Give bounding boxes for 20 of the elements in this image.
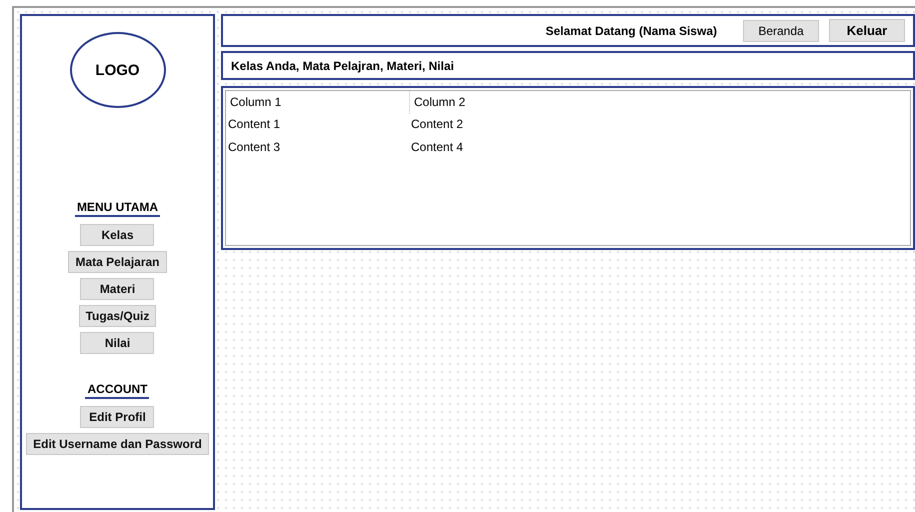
menu-button[interactable]: Kelas — [80, 224, 154, 246]
menu-button[interactable]: Edit Username dan Password — [26, 433, 209, 455]
table-cell-text: Content 3 — [227, 139, 282, 156]
menu-button[interactable]: Nilai — [80, 332, 154, 354]
header-button[interactable]: Beranda — [743, 20, 819, 42]
column-header: Column 1 — [229, 94, 282, 111]
menu-button[interactable]: Tugas/Quiz — [78, 305, 156, 327]
column-header: Column 2 — [409, 91, 910, 114]
welcome-text: Selamat Datang (Nama Siswa) — [546, 24, 717, 38]
page-title: Kelas Anda, Mata Pelajran, Materi, Nilai — [221, 51, 915, 80]
menu-button[interactable]: Mata Pelajaran — [68, 251, 167, 273]
table-cell-text: Content 4 — [410, 139, 464, 156]
menu-button[interactable]: Materi — [80, 278, 154, 300]
section-heading: ACCOUNT — [85, 382, 150, 399]
header-button[interactable]: Keluar — [829, 19, 905, 42]
section-heading: MENU UTAMA — [74, 200, 160, 217]
table-cell-text: Content 1 — [227, 116, 282, 133]
table-cell-text: Content 2 — [410, 116, 464, 133]
logo-text: LOGO — [95, 62, 140, 78]
menu-button[interactable]: Edit Profil — [80, 406, 154, 428]
